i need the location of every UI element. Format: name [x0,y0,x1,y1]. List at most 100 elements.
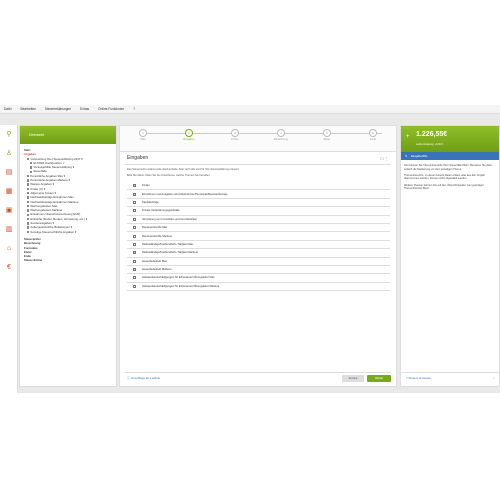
topic-checkbox[interactable] [133,209,136,213]
menu-bar: Datei Bearbeiten Steuererklärungen Extras On… [0,105,500,114]
topic-checkbox[interactable] [133,200,136,204]
nav-item-label: Sonstige Steuerrechtliche Angaben ▾ [30,229,77,234]
step-6[interactable]: 6 Ende [358,129,388,141]
intro-text-2: Bitte Sie daher, bitten Sie bei Unterthe… [127,174,211,177]
search-icon[interactable]: ⚲ [5,131,13,139]
step-1[interactable]: 1 Start [128,129,158,141]
chevron-right-icon[interactable]: › [493,376,494,380]
topic-row[interactable]: Aufwandsentschädigungen für Ehrenämter/Ü… [127,283,390,292]
step-number: 1 [139,129,147,137]
next-button[interactable]: Weiter [367,375,391,382]
step-5[interactable]: 5 Elster [312,129,342,141]
people-icon[interactable]: ♙ [5,150,13,158]
help-text: Hier können Sie Themenbereiche Ihrer Ste… [401,160,499,191]
menu-item[interactable]: ? [133,107,135,111]
footer-divider [125,371,391,372]
money-icon[interactable]: ▣ [5,207,13,215]
page-tools[interactable]: ☐ ⋮ [380,157,388,161]
step-number: 2 [185,129,193,137]
topic-checkbox[interactable]: ✓ [133,268,136,272]
topic-label: Renteneinkünfte Max [142,226,168,230]
topic-checkbox[interactable] [133,234,136,238]
page-title: Eingaben [127,155,149,161]
more-hints-link[interactable]: ? Weitere Hinweise [406,376,431,380]
topic-label: Renteneinkünfte Marlene [142,234,173,238]
topic-row[interactable]: Gewerbebetrieb Max [127,258,390,266]
menu-item[interactable]: Bearbeiten [20,107,35,111]
suggestions-link[interactable]: ⓘ Vorschläge als Leitlinie [127,376,160,380]
menu-item[interactable]: Datei [4,107,11,111]
topic-checkbox[interactable]: ✓ [133,184,136,188]
step-4[interactable]: 4 Berechnung [266,129,296,141]
step-3[interactable]: 3 Prüfen [220,129,250,141]
help-divider [401,371,499,372]
step-number: 5 [323,129,331,137]
topic-checkbox[interactable]: ✓ [133,251,136,255]
refund-box: + 1.226,55€ Letzte Änderung: +0,00 € [401,126,499,152]
main-panel: 1 Start 2 Eingaben 3 Prüfen 4 Berechnung 5 Elster… [119,125,397,387]
topic-label: Aufwandsentschädigungen für Ehrenämter/Ü… [142,284,220,288]
step-label: Ende [369,138,377,141]
step-label: Berechnung [274,138,288,141]
topic-label: Vermietung von Immobilien und Grundstück… [142,217,198,221]
topic-row[interactable]: Aufwandsentschädigungen für Ehrenämter/Ü… [127,274,390,283]
topic-label: Selbstständige/Freiberufliche Tätigkeit … [142,251,198,255]
app-window: Datei Bearbeiten Steuererklärungen Extras On… [0,105,500,393]
topic-label: Gewerbebetrieb Marlene [142,268,172,272]
step-label: Eingaben [183,138,195,141]
topic-row[interactable]: Selbstständige/Freiberufliche Tätigkeit … [127,241,390,250]
menu-item[interactable]: Online-Funktionen [98,107,124,111]
step-2[interactable]: 2 Eingaben [174,129,204,141]
help-title: Eingabehilfe [411,154,428,158]
chart-icon[interactable]: ▥ [5,226,13,234]
topic-table: ✓ Kinder ✓ Einnahmen und Ausgaben als Arbei… [127,182,390,292]
bank-icon[interactable]: ⌂ [5,245,13,253]
nav-title: Übersicht [20,126,116,144]
document-icon[interactable]: ▤ [5,169,13,177]
topic-label: Einnahmen und Ausgaben als Arbeitnehmer/… [142,192,228,196]
topic-checkbox[interactable] [133,276,136,280]
topic-row[interactable]: Renteneinkünfte Marlene [127,232,390,241]
topic-row[interactable]: Vermietung von Immobilien und Grundstück… [127,216,390,224]
step-label: Prüfen [231,138,239,141]
title-divider [125,164,391,165]
refund-amount: 1.226,55€ [416,131,448,138]
topic-checkbox[interactable] [133,217,136,221]
topic-label: Aufwandsentschädigungen für Ehrenämter/Ü… [142,276,215,280]
topic-row[interactable]: ✓ Kinder [127,182,390,191]
intro-text-1: Das Steuerrecht umfasst viele Sachverhal… [127,168,240,171]
topic-checkbox[interactable]: ✓ [133,192,136,196]
euro-icon[interactable]: € [5,264,13,272]
topic-checkbox[interactable] [133,259,136,263]
menu-item[interactable]: Extras [80,107,89,111]
topic-label: Gewerbebetrieb Max [142,259,167,263]
help-paragraph-2: Themenbereiche, zu denen bereits Daten e… [404,173,486,181]
menu-item[interactable]: Steuererklärungen [45,107,71,111]
topic-row[interactable]: Renteneinkünfte Max [127,224,390,233]
navigation-panel: Übersicht Start Angaben Vorbereitung Ihrer… [19,125,117,387]
icon-sidebar: ⚲ ♙ ▤ ▦ ▣ ▥ ⌂ € [0,125,18,393]
pencil-icon: ✎ [405,154,408,158]
nav-item-label: Steuer-Extras [24,258,43,263]
topic-row[interactable]: ✓ Selbstständige/Freiberufliche Tätigkeit… [127,249,390,258]
receipt-icon[interactable]: ▦ [5,188,13,196]
topic-checkbox[interactable] [133,226,136,230]
nav-item[interactable]: Sonstige Steuerrechtliche Angaben ▾ [24,230,113,234]
topic-label: Private Veräußerungsgeschäfte [142,209,180,213]
topic-checkbox[interactable] [133,242,136,246]
help-paragraph-3: Weitere Themen können Sie auf den Übersi… [404,183,484,191]
topic-row[interactable]: Private Veräußerungsgeschäfte [127,207,390,216]
topic-row[interactable]: ✓ Gewerbebetrieb Marlene [127,266,390,275]
nav-list: Start Angaben Vorbereitung Ihrer Steuererk… [20,144,116,263]
step-number: 3 [231,129,239,137]
step-label: Elster [323,138,331,141]
topic-label: Kinder [142,184,150,188]
topic-row[interactable]: Kapitalerträge [127,199,390,208]
back-button[interactable]: Zurück [342,375,364,382]
topic-checkbox[interactable] [133,284,136,288]
refund-subtext: Letzte Änderung: +0,00 € [416,143,443,146]
nav-item[interactable]: Steuer-Extras [24,258,113,262]
help-paragraph-1: Hier können Sie Themenbereiche Ihrer Ste… [404,164,493,171]
help-header: ✎ Eingabehilfe [401,152,499,160]
topic-row[interactable]: ✓ Einnahmen und Ausgaben als Arbeitnehmer… [127,190,390,199]
